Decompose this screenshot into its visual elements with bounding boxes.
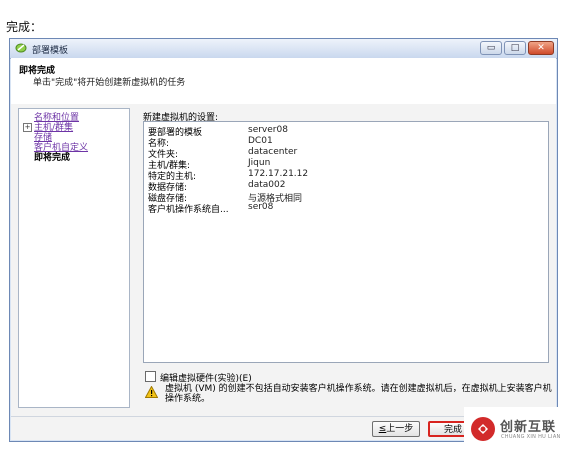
back-label: 上一步 — [386, 424, 414, 434]
wizard-steps-sidebar: 名称和位置 + 主机/群集 存储 客户机自定义 即将完成 — [18, 108, 130, 408]
watermark-subtext: CHUANG XIN HU LIAN — [501, 434, 561, 440]
setting-value: server08 — [248, 125, 288, 135]
sidebar-item-host-cluster[interactable]: 主机/群集 — [34, 123, 73, 133]
sidebar-item-guest-customization[interactable]: 客户机自定义 — [34, 143, 88, 153]
settings-list[interactable]: 要部署的模板 server08 名称: DC01 文件夹: datacenter… — [143, 121, 549, 363]
back-button[interactable]: ≤上一步 — [372, 421, 420, 437]
setting-value: ser08 — [248, 202, 274, 212]
setting-value: 172.17.21.12 — [248, 169, 309, 179]
wizard-body: 名称和位置 + 主机/群集 存储 客户机自定义 即将完成 新建虚拟机的设置: 要… — [11, 104, 556, 416]
template-icon — [15, 43, 27, 53]
summary-panel: 新建虚拟机的设置: 要部署的模板 server08 名称: DC01 文件夹: … — [133, 108, 553, 408]
window-title: 部署模板 — [32, 46, 69, 56]
watermark-text: 创新互联 — [500, 420, 557, 435]
close-button[interactable]: ✕ — [528, 41, 554, 55]
title-bar[interactable]: 部署模板 ▭ □ ✕ — [10, 39, 557, 59]
expand-icon[interactable]: + — [23, 123, 32, 132]
setting-value: datacenter — [248, 147, 298, 157]
screenshot-caption: 完成： — [6, 20, 43, 34]
setting-value: Jiqun — [248, 158, 271, 168]
setting-value: data002 — [248, 180, 286, 190]
maximize-button[interactable]: □ — [504, 41, 526, 55]
sidebar-item-ready-to-complete[interactable]: 即将完成 — [34, 153, 70, 163]
sidebar-item-storage[interactable]: 存储 — [34, 133, 52, 143]
edit-hardware-checkbox[interactable] — [145, 371, 156, 382]
warning-icon — [145, 386, 158, 398]
os-install-warning: 虚拟机 (VM) 的创建不包括自动安装客户机操作系统。请在创建虚拟机后，在虚拟机… — [143, 384, 552, 408]
setting-key: 客户机操作系统自... — [148, 205, 229, 215]
minimize-button[interactable]: ▭ — [480, 41, 502, 55]
brand-logo-icon — [471, 417, 495, 441]
sidebar-item-name-location[interactable]: 名称和位置 — [34, 113, 79, 123]
edit-hardware-label[interactable]: 编辑虚拟硬件(实验)(E) — [160, 371, 252, 384]
window-controls: ▭ □ ✕ — [480, 41, 554, 55]
setting-value: DC01 — [248, 136, 273, 146]
page-subtitle: 单击"完成"将开始创建新虚拟机的任务 — [33, 78, 186, 88]
watermark: 创新互联 CHUANG XIN HU LIAN — [464, 407, 566, 452]
warning-text: 虚拟机 (VM) 的创建不包括自动安装客户机操作系统。请在创建虚拟机后，在虚拟机… — [165, 384, 552, 404]
deploy-template-dialog: 部署模板 ▭ □ ✕ 即将完成 单击"完成"将开始创建新虚拟机的任务 名称和位置… — [9, 38, 558, 442]
wizard-header: 即将完成 单击"完成"将开始创建新虚拟机的任务 — [11, 58, 556, 105]
